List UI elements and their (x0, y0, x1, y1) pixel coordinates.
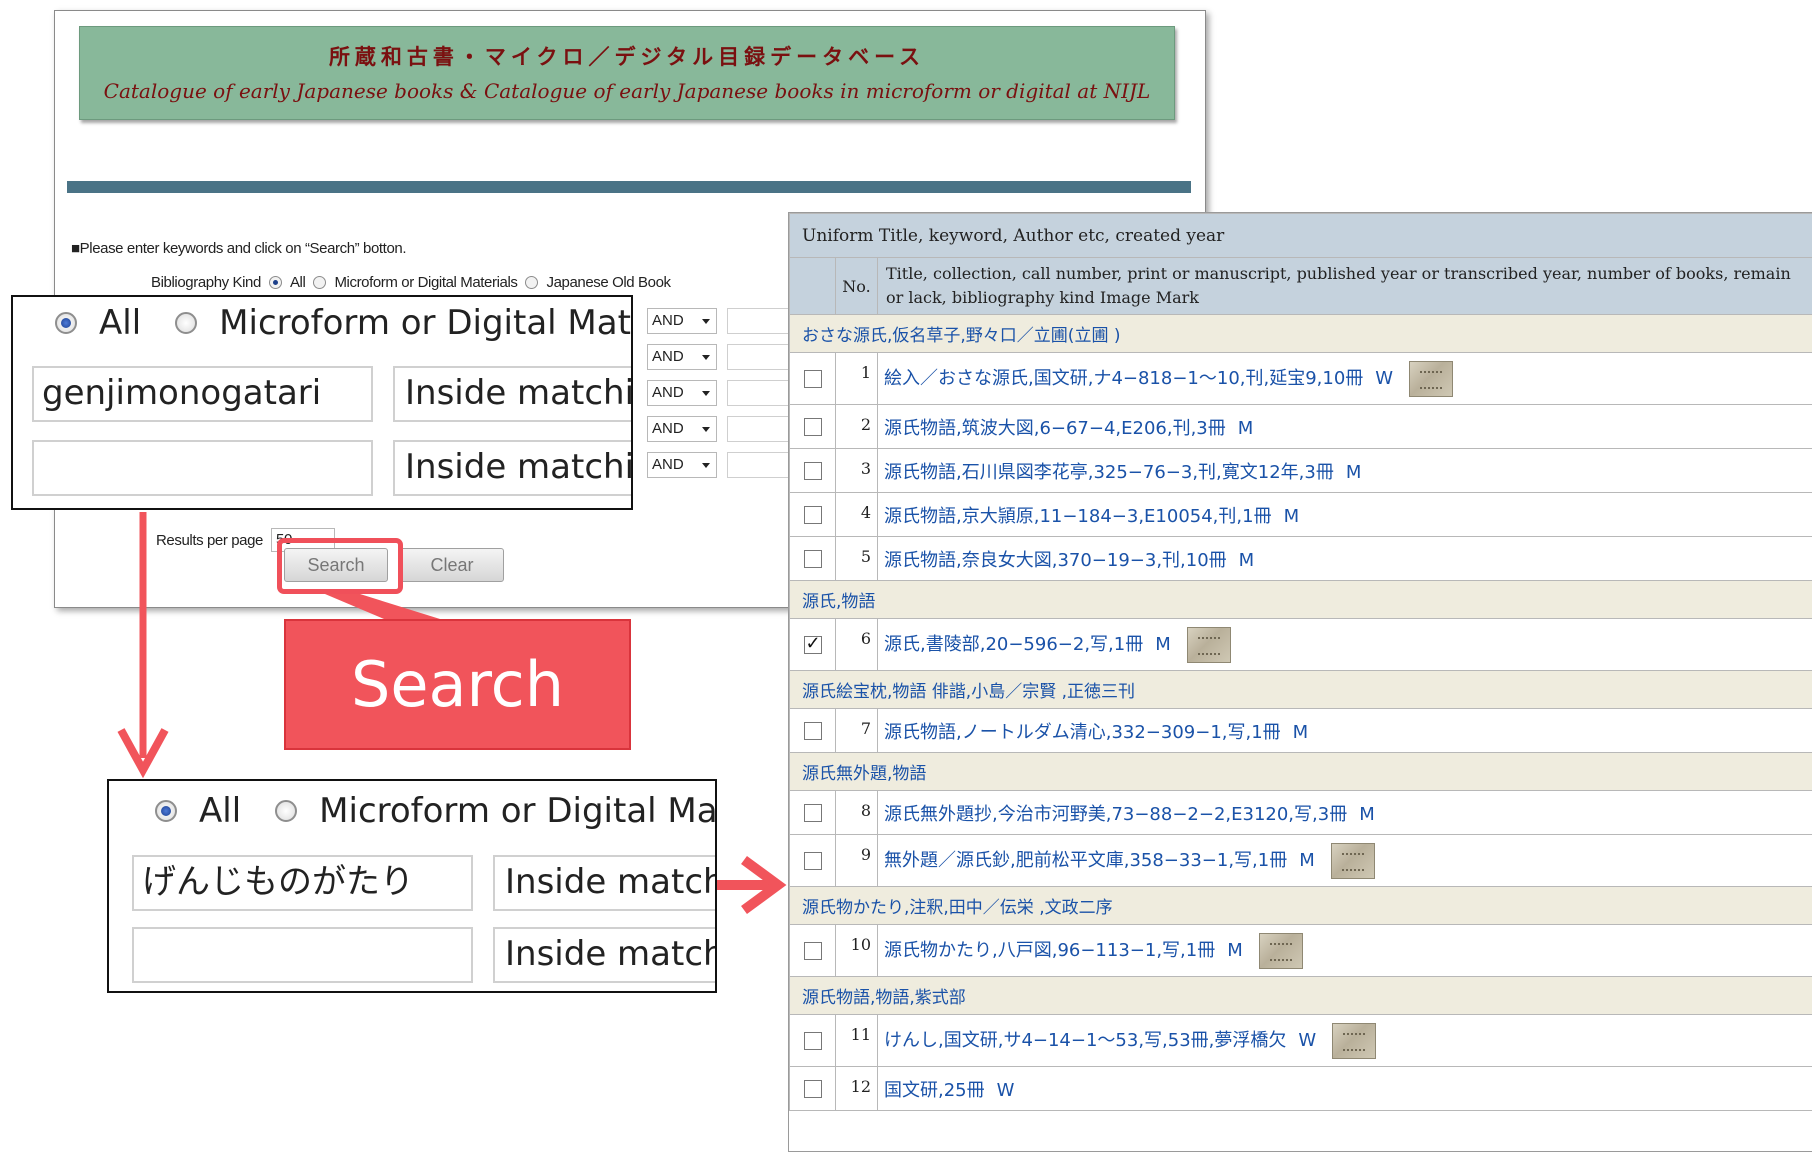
kind-mark: M (1227, 940, 1243, 961)
row-number: 11 (836, 1015, 878, 1067)
row-number: 6 (836, 619, 878, 671)
kind-mark: M (1299, 850, 1315, 871)
result-link[interactable]: 源氏物語,筑波大図,6−67−4,E206,刊,3冊 (884, 418, 1226, 439)
row-number: 9 (836, 835, 878, 887)
row-checkbox[interactable] (804, 852, 822, 870)
kind-mark: W (1298, 1030, 1316, 1051)
row-checkbox[interactable] (804, 550, 822, 568)
table-row: 5 源氏物語,奈良女大図,370−19−3,刊,10冊 M (790, 537, 1812, 581)
row-number: 2 (836, 405, 878, 449)
table-row: 7 源氏物語,ノートルダム清心,332−309−1,写,1冊 M (790, 709, 1812, 753)
kind-mark: M (1155, 634, 1171, 655)
search-results-panel: Uniform Title, keyword, Author etc, crea… (788, 212, 1812, 1152)
table-row: 9 無外題／源氏鈔,肥前松平文庫,358−33−1,写,1冊 M (790, 835, 1812, 887)
results-table: Uniform Title, keyword, Author etc, crea… (789, 213, 1812, 1111)
row-checkbox[interactable] (804, 506, 822, 524)
result-link[interactable]: 絵入／おさな源氏,国文研,ナ4−818−1〜10,刊,延宝9,10冊 (884, 368, 1363, 389)
table-row: 11 けんし,国文研,サ4−14−1〜53,写,53冊,夢浮橋欠 W (790, 1015, 1812, 1067)
callout-pointer (325, 594, 440, 619)
result-link[interactable]: 源氏物語,奈良女大図,370−19−3,刊,10冊 (884, 550, 1227, 571)
result-link[interactable]: 源氏無外題抄,今治市河野美,73−88−2−2,E3120,写,3冊 (884, 804, 1347, 825)
result-link[interactable]: 源氏物語,石川県図李花亭,325−76−3,刊,寛文12年,3冊 (884, 462, 1334, 483)
row-checkbox[interactable] (804, 804, 822, 822)
row-number: 4 (836, 493, 878, 537)
table-row: 3 源氏物語,石川県図李花亭,325−76−3,刊,寛文12年,3冊 M (790, 449, 1812, 493)
result-link[interactable]: 無外題／源氏鈔,肥前松平文庫,358−33−1,写,1冊 (884, 850, 1287, 871)
result-link[interactable]: 国文研,25冊 (884, 1080, 985, 1101)
match-select-2[interactable]: Inside match (493, 927, 717, 983)
result-link[interactable]: 源氏,書陵部,20−596−2,写,1冊 (884, 634, 1143, 655)
zoom-panel-hiragana: All Microform or Digital Mat げんじものがたり In… (107, 779, 717, 993)
row-checkbox-checked[interactable] (804, 636, 822, 654)
row-number: 7 (836, 709, 878, 753)
table-row: 1 絵入／おさな源氏,国文研,ナ4−818−1〜10,刊,延宝9,10冊 W (790, 353, 1812, 405)
row-number: 10 (836, 925, 878, 977)
radio-all-label: All (199, 791, 241, 831)
row-checkbox[interactable] (804, 418, 822, 436)
column-header-no: No. (836, 258, 878, 315)
image-thumbnail-icon[interactable] (1409, 361, 1453, 397)
row-checkbox[interactable] (804, 370, 822, 388)
kind-mark: M (1284, 506, 1300, 527)
radio-all-icon[interactable] (155, 800, 177, 822)
row-checkbox[interactable] (804, 942, 822, 960)
table-row: 8 源氏無外題抄,今治市河野美,73−88−2−2,E3120,写,3冊 M (790, 791, 1812, 835)
table-row: 10 源氏物かたり,八戸図,96−113−1,写,1冊 M (790, 925, 1812, 977)
kind-mark: M (1359, 804, 1375, 825)
row-number: 3 (836, 449, 878, 493)
image-thumbnail-icon[interactable] (1331, 843, 1375, 879)
match-select-1[interactable]: Inside match (493, 855, 717, 911)
table-row: 6 源氏,書陵部,20−596−2,写,1冊 M (790, 619, 1812, 671)
kind-mark: M (1293, 722, 1309, 743)
keyword-input-2[interactable] (132, 927, 473, 983)
image-thumbnail-icon[interactable] (1332, 1023, 1376, 1059)
result-link[interactable]: けんし,国文研,サ4−14−1〜53,写,53冊,夢浮橋欠 (884, 1030, 1286, 1051)
row-checkbox[interactable] (804, 462, 822, 480)
kind-mark: M (1238, 418, 1254, 439)
image-thumbnail-icon[interactable] (1187, 627, 1231, 663)
group-header[interactable]: 源氏絵宝枕,物語 俳諧,小島／宗賢 ,正徳三刊 (790, 671, 1812, 709)
results-header: Uniform Title, keyword, Author etc, crea… (790, 214, 1812, 258)
table-row: 2 源氏物語,筑波大図,6−67−4,E206,刊,3冊 M (790, 405, 1812, 449)
row-number: 8 (836, 791, 878, 835)
keyword-input-1[interactable]: げんじものがたり (132, 855, 473, 911)
kind-mark: W (997, 1080, 1015, 1101)
row-number: 12 (836, 1067, 878, 1111)
row-checkbox[interactable] (804, 1032, 822, 1050)
group-header[interactable]: 源氏物かたり,注釈,田中／伝栄 ,文政二序 (790, 887, 1812, 925)
result-link[interactable]: 源氏物語,京大頴原,11−184−3,E10054,刊,1冊 (884, 506, 1272, 527)
kind-mark: W (1375, 368, 1393, 389)
group-header[interactable]: 源氏物語,物語,紫式部 (790, 977, 1812, 1015)
group-header[interactable]: 源氏無外題,物語 (790, 753, 1812, 791)
search-callout: Search (284, 619, 631, 750)
row-checkbox[interactable] (804, 722, 822, 740)
header-checkbox-cell (790, 258, 836, 315)
image-thumbnail-icon[interactable] (1259, 933, 1303, 969)
row-checkbox[interactable] (804, 1080, 822, 1098)
kind-mark: M (1346, 462, 1362, 483)
table-row: 4 源氏物語,京大頴原,11−184−3,E10054,刊,1冊 M (790, 493, 1812, 537)
kind-mark: M (1239, 550, 1255, 571)
group-header[interactable]: おさな源氏,仮名草子,野々口／立圃(立圃 ) (790, 315, 1812, 353)
table-row: 12 国文研,25冊 W (790, 1067, 1812, 1111)
row-number: 1 (836, 353, 878, 405)
result-link[interactable]: 源氏物かたり,八戸図,96−113−1,写,1冊 (884, 940, 1215, 961)
column-header-description: Title, collection, call number, print or… (878, 258, 1812, 315)
result-link[interactable]: 源氏物語,ノートルダム清心,332−309−1,写,1冊 (884, 722, 1281, 743)
group-header[interactable]: 源氏,物語 (790, 581, 1812, 619)
radio-microform-icon[interactable] (275, 800, 297, 822)
zoom-kind-row: All Microform or Digital Mat (155, 791, 717, 831)
radio-microform-label: Microform or Digital Mat (319, 791, 717, 831)
row-number: 5 (836, 537, 878, 581)
